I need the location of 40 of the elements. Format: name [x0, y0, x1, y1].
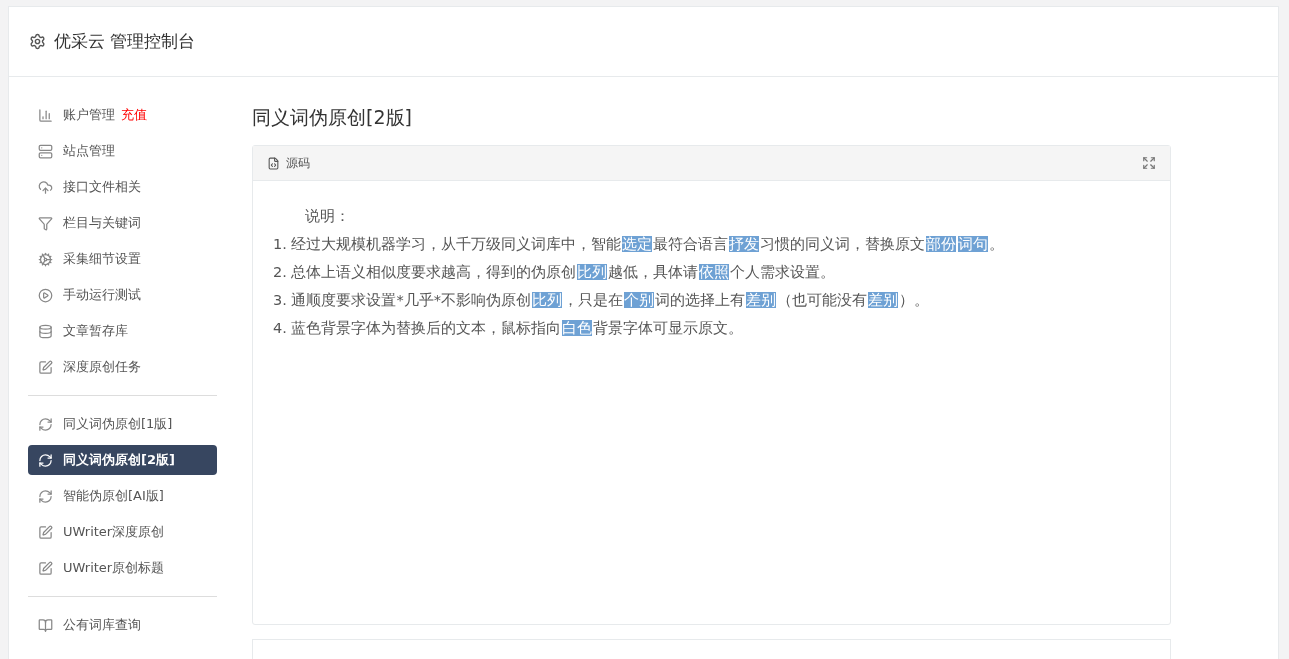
sidebar-item[interactable]: 智能伪原创[AI版]: [28, 481, 217, 511]
sidebar-item[interactable]: 站点管理: [28, 136, 217, 166]
settings-icon: [29, 33, 46, 50]
code-file-icon: [267, 156, 280, 170]
note-line: 2. 总体上语义相似度要求越高，得到的伪原创 比列越低，具体请依照个人需求设置。: [273, 263, 837, 282]
refresh-icon: [38, 452, 53, 468]
sidebar-item[interactable]: 采集细节设置: [28, 244, 217, 274]
book-icon: [38, 617, 53, 633]
note-line: 4. 蓝色背景字体为替换后的文本，鼠标指向 白色背景字体可显示原文。: [273, 319, 745, 338]
sidebar-item[interactable]: 文章暂存库: [28, 316, 217, 346]
edit-icon: [38, 524, 53, 540]
sidebar-item[interactable]: 同义词伪原创[2版]: [28, 445, 217, 475]
sidebar-item[interactable]: 同义词伪原创[1版]: [28, 409, 217, 439]
filter-icon: [38, 215, 53, 231]
panel-title: 源码: [286, 154, 310, 172]
refresh-icon: [38, 416, 53, 432]
sidebar-item[interactable]: 账户管理 充值: [28, 100, 217, 130]
console-title: 优采云 管理控制台: [54, 30, 196, 53]
edit-icon: [38, 560, 53, 576]
refresh-icon: [38, 488, 53, 504]
sidebar-item[interactable]: 深度原创任务: [28, 352, 217, 382]
notes-heading: 说明：: [304, 207, 351, 226]
note-line: 1. 经过大规模机器学习，从千万级同义词库中，智能选定最符合语言抒发习惯的同义词，替换原文部份词句。: [273, 235, 1006, 254]
note-line: 3. 通顺度要求设置*几乎*不影响伪原创 比列，只是在个别词的选择上有差别（也可能没有差别）。: [273, 291, 930, 310]
recharge-link[interactable]: 充值: [121, 106, 147, 124]
play-icon: [38, 287, 53, 303]
cloud-upload-icon: [38, 179, 53, 195]
sidebar-item[interactable]: 接口文件相关: [28, 172, 217, 202]
sidebar-item[interactable]: 栏目与关键词: [28, 208, 217, 238]
expand-icon[interactable]: [1142, 156, 1156, 170]
sidebar-item[interactable]: UWriter原创标题: [28, 553, 217, 583]
chart-icon: [38, 107, 53, 123]
server-icon: [38, 143, 53, 159]
gears-icon: [38, 251, 53, 267]
page-title: 同义词伪原创[2版]: [252, 105, 413, 130]
sidebar-item[interactable]: UWriter深度原创: [28, 517, 217, 547]
sidebar-item[interactable]: 公有词库查询: [28, 610, 217, 640]
sidebar-item[interactable]: 手动运行测试: [28, 280, 217, 310]
database-icon: [38, 323, 53, 339]
edit-icon: [38, 359, 53, 375]
